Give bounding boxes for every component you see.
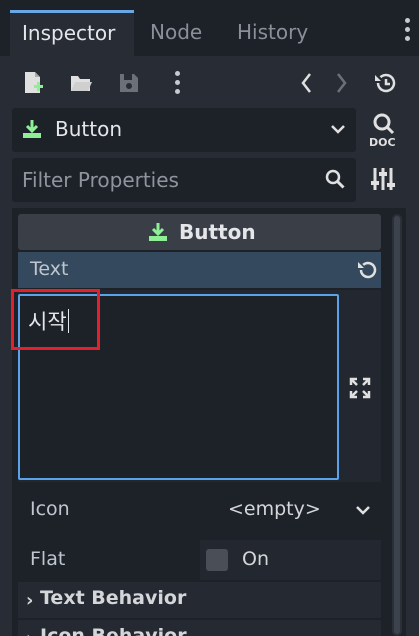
save-icon[interactable]: [116, 64, 142, 102]
scrollbar-thumb[interactable]: [394, 216, 400, 634]
chevron-right-icon: ›: [26, 590, 34, 611]
property-label-icon: Icon: [30, 498, 70, 520]
property-icon-row[interactable]: Icon <empty>: [18, 488, 381, 532]
flat-checkbox[interactable]: [206, 549, 228, 571]
svg-text:DOC: DOC: [369, 136, 396, 149]
group-text-behavior[interactable]: › Text Behavior: [18, 582, 381, 618]
dock-tab-bar: Inspector Node History: [0, 0, 419, 58]
inspector-toolbar: [10, 64, 410, 102]
tab-history[interactable]: History: [227, 10, 318, 56]
forward-icon[interactable]: [332, 64, 352, 102]
text-value: 시작: [28, 309, 69, 334]
group-label: Text Behavior: [40, 587, 187, 609]
chevron-right-icon: ›: [26, 628, 33, 636]
node-name: Button: [55, 117, 122, 141]
property-text-row[interactable]: Text: [18, 252, 381, 288]
property-flat-row: Flat On: [18, 538, 381, 582]
dock-menu-icon[interactable]: [403, 18, 411, 44]
filter-placeholder: Filter Properties: [22, 168, 179, 192]
icon-resource-value[interactable]: <empty>: [228, 498, 321, 520]
property-tools-icon[interactable]: [368, 164, 398, 199]
section-header-button: Button: [18, 214, 381, 250]
back-icon[interactable]: [296, 64, 316, 102]
node-selector[interactable]: Button: [12, 108, 356, 152]
open-folder-icon[interactable]: [68, 64, 94, 102]
group-icon-behavior[interactable]: › Icon Behavior: [18, 620, 381, 636]
button-node-icon: [148, 221, 168, 248]
property-label-flat: Flat: [30, 548, 66, 570]
filter-properties-input[interactable]: Filter Properties: [12, 158, 356, 202]
property-label-text: Text: [30, 258, 69, 280]
expand-editor-icon[interactable]: [348, 376, 372, 405]
section-title: Button: [179, 220, 256, 244]
group-label: Icon Behavior: [40, 625, 187, 636]
text-value-input[interactable]: 시작: [18, 294, 339, 480]
flat-checkbox-label[interactable]: On: [242, 548, 269, 570]
new-resource-icon[interactable]: [20, 64, 46, 102]
search-icon: [324, 168, 346, 195]
chevron-down-icon[interactable]: [355, 501, 371, 524]
tab-node[interactable]: Node: [140, 10, 212, 56]
vertical-scrollbar[interactable]: [392, 214, 402, 636]
tab-inspector[interactable]: Inspector: [10, 10, 134, 56]
chevron-down-icon: [330, 119, 346, 144]
history-icon[interactable]: [372, 64, 398, 102]
more-icon[interactable]: [170, 64, 184, 102]
revert-icon[interactable]: [355, 258, 379, 287]
button-node-icon: [22, 118, 42, 145]
text-cursor: [67, 309, 69, 333]
open-docs-icon[interactable]: DOC: [366, 110, 406, 150]
